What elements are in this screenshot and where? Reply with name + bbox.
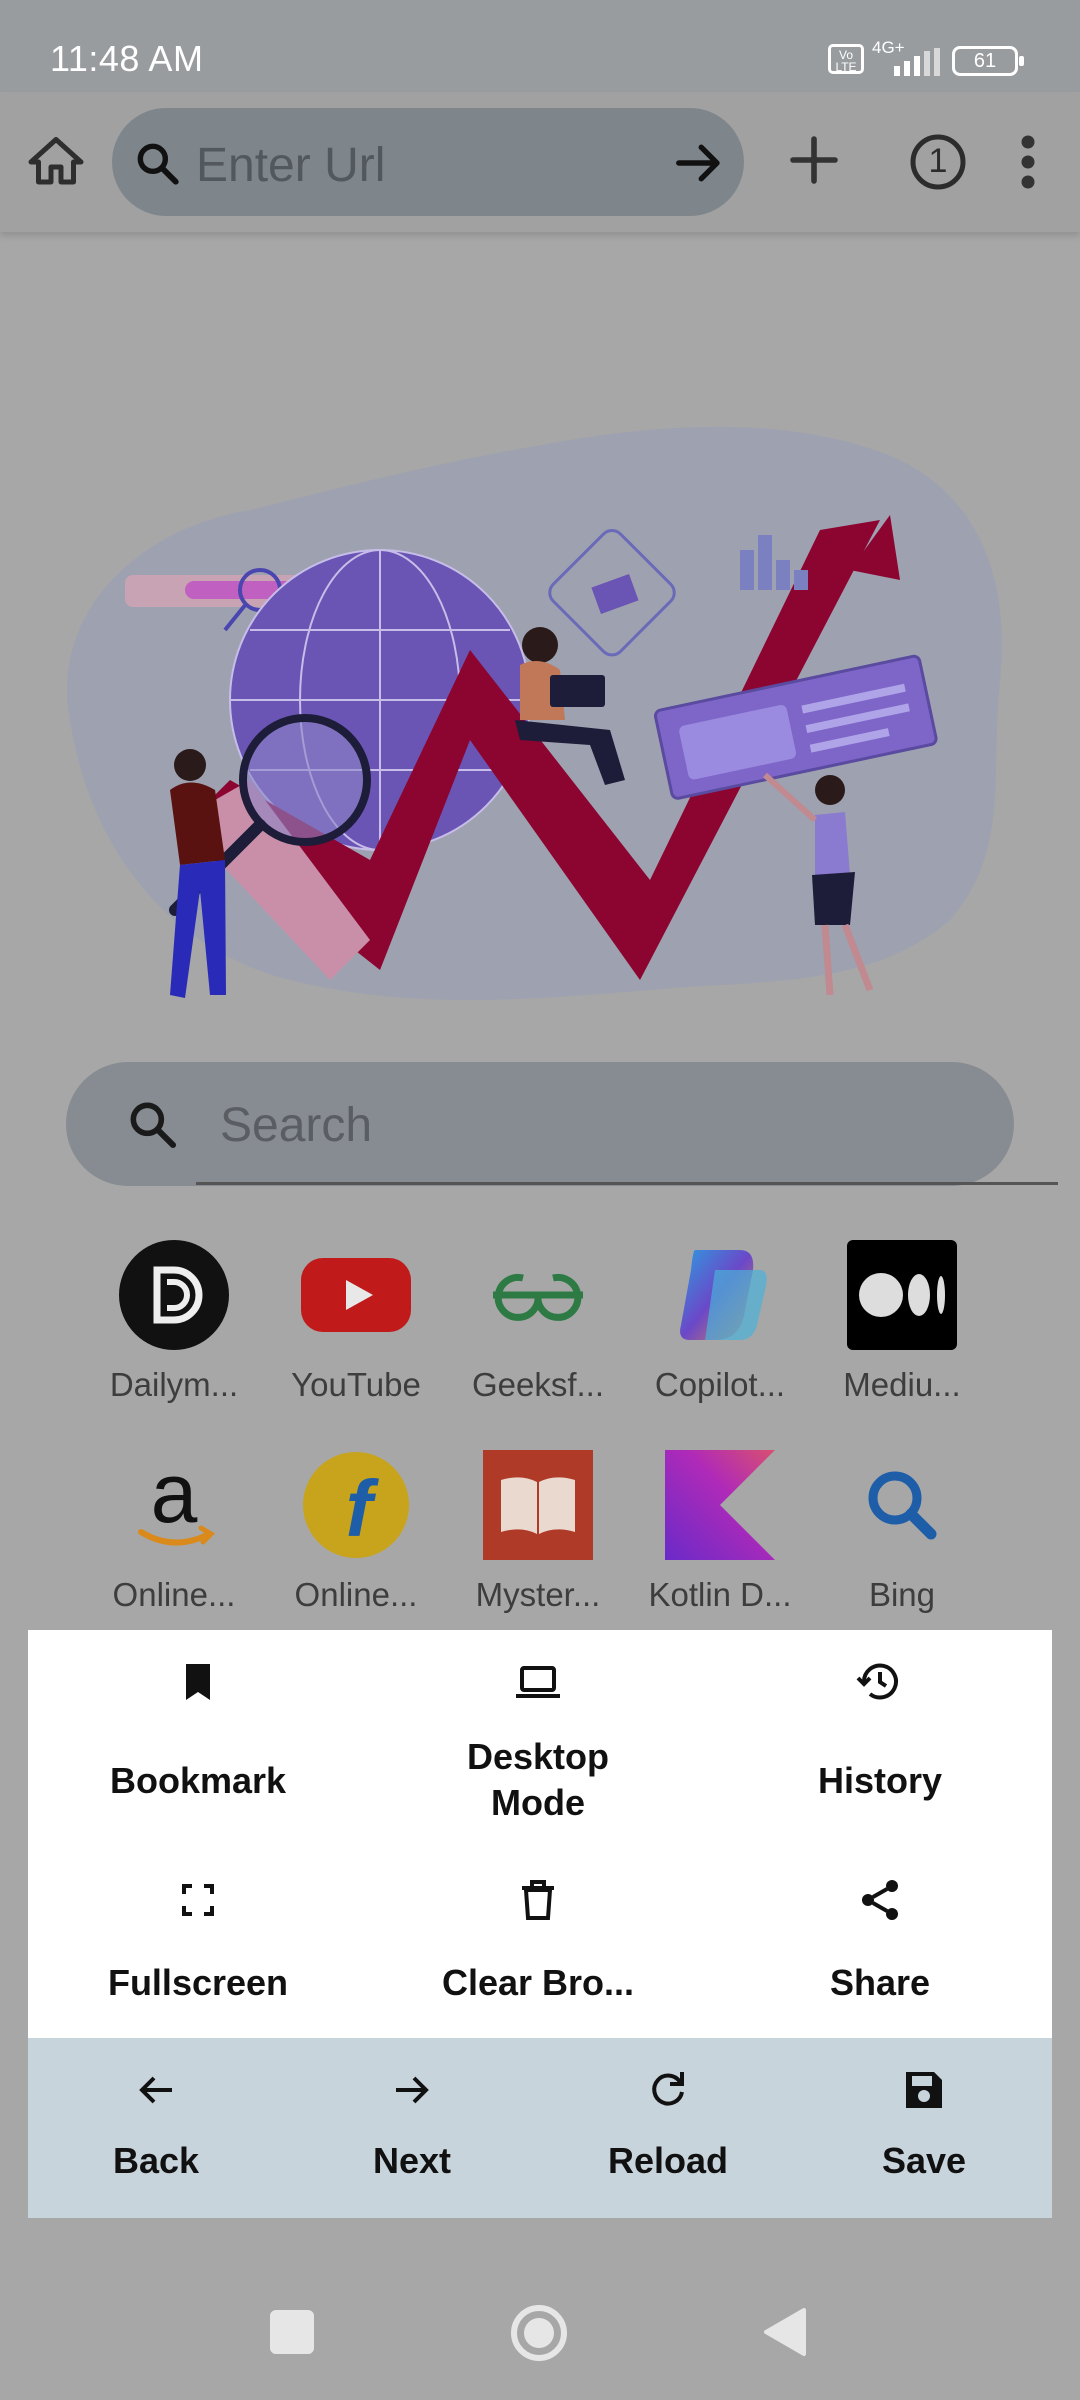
fullscreen-menu-item[interactable]: Fullscreen — [28, 1830, 368, 2038]
shortcut-label: Copilot... — [654, 1366, 786, 1403]
search-icon — [130, 1102, 177, 1149]
shortcut-label: Geeksf... — [471, 1366, 605, 1403]
copilot-icon — [680, 1250, 767, 1340]
shortcut-label: YouTube — [291, 1366, 421, 1403]
back-button[interactable]: Back — [28, 2038, 284, 2218]
shortcut-bing[interactable]: Bing — [810, 1450, 994, 1613]
shortcut-dailymotion[interactable]: Dailym... — [82, 1240, 266, 1403]
search-input[interactable]: Search — [66, 1062, 1058, 1186]
fullscreen-icon — [182, 1884, 214, 1916]
desktop-mode-menu-item[interactable]: Desktop Mode — [368, 1630, 708, 1830]
arrow-back-icon — [139, 2076, 172, 2104]
more-vert-icon[interactable] — [1010, 132, 1046, 192]
clear-browsing-menu-item[interactable]: Clear Bro... — [368, 1830, 708, 2038]
svg-text:a: a — [151, 1450, 198, 1540]
navigation-actions: Back Next Reload Save — [28, 2038, 1052, 2218]
browser-toolbar: Enter Url 1 — [0, 92, 1080, 232]
dailymotion-icon — [119, 1240, 229, 1350]
url-input[interactable]: Enter Url — [112, 108, 744, 216]
history-menu-item[interactable]: History — [708, 1630, 1052, 1830]
arrow-forward-icon — [396, 2076, 429, 2104]
search-underline — [196, 1182, 1058, 1185]
next-label: Next — [372, 2140, 452, 2181]
shortcut-flipkart[interactable]: f Online... — [264, 1450, 448, 1613]
refresh-icon — [652, 2072, 684, 2106]
hero-illustration — [66, 426, 1002, 1000]
home-nav-icon[interactable] — [510, 2304, 568, 2362]
shortcut-label: Mediu... — [843, 1366, 961, 1403]
reload-label: Reload — [607, 2140, 729, 2181]
volte-icon: Vo LTE — [828, 44, 864, 74]
geeksforgeeks-icon — [493, 1273, 583, 1321]
back-nav-icon[interactable] — [760, 2306, 810, 2358]
overflow-menu: Bookmark Desktop Mode History Fullscreen… — [28, 1630, 1052, 2038]
save-icon — [906, 2072, 942, 2108]
bookmark-menu-item[interactable]: Bookmark — [28, 1630, 368, 1830]
system-nav-bar — [0, 2260, 1080, 2400]
shortcut-label: Bing — [868, 1576, 936, 1613]
delete-icon — [522, 1880, 554, 1920]
shortcut-label: Dailym... — [109, 1366, 239, 1403]
history-icon — [856, 1663, 898, 1700]
next-button[interactable]: Next — [284, 2038, 540, 2218]
shortcut-medium[interactable]: Mediu... — [810, 1240, 994, 1403]
share-icon — [862, 1880, 898, 1920]
tab-count-button[interactable]: 1 — [908, 132, 968, 192]
search-placeholder: Search — [220, 1099, 373, 1152]
home-icon[interactable] — [26, 132, 86, 192]
save-label: Save — [881, 2140, 967, 2181]
search-icon — [137, 143, 179, 185]
share-label: Share — [829, 1962, 931, 2003]
shortcut-book[interactable]: Myster... — [446, 1450, 630, 1613]
desktop-mode-label: Desktop Mode — [466, 1736, 610, 1823]
medium-icon — [847, 1240, 957, 1350]
history-label: History — [817, 1760, 943, 1801]
add-tab-icon[interactable] — [786, 132, 842, 188]
shortcut-label: Myster... — [475, 1576, 601, 1613]
back-label: Back — [112, 2140, 200, 2181]
status-bar: 11:48 AM Vo LTE 4G+ 61 — [0, 0, 1080, 92]
share-menu-item[interactable]: Share — [708, 1830, 1052, 2038]
go-arrow-icon[interactable] — [672, 136, 726, 190]
youtube-icon — [301, 1258, 411, 1332]
kotlin-icon — [665, 1450, 775, 1560]
shortcut-label: Kotlin D... — [648, 1576, 792, 1613]
bing-search-icon — [868, 1471, 937, 1540]
book-icon — [483, 1450, 593, 1560]
amazon-icon: a — [138, 1450, 216, 1546]
save-button[interactable]: Save — [796, 2038, 1052, 2218]
laptop-icon — [516, 1666, 560, 1698]
shortcut-label: Online... — [294, 1576, 418, 1613]
shortcut-youtube[interactable]: YouTube — [264, 1240, 448, 1403]
shortcut-geeksforgeeks[interactable]: Geeksf... — [446, 1240, 630, 1403]
signal-icon — [894, 48, 940, 76]
status-time: 11:48 AM — [50, 38, 204, 79]
shortcut-amazon[interactable]: a Online... — [82, 1450, 266, 1613]
shortcut-copilot[interactable]: Copilot... — [628, 1240, 812, 1403]
reload-button[interactable]: Reload — [540, 2038, 796, 2218]
clear-browsing-label: Clear Bro... — [441, 1962, 635, 2003]
tab-count: 1 — [928, 142, 948, 180]
shortcut-label: Online... — [112, 1576, 236, 1613]
flipkart-icon: f — [303, 1452, 409, 1558]
battery-icon: 61 — [952, 46, 1024, 76]
bookmark-icon — [186, 1664, 210, 1700]
fullscreen-label: Fullscreen — [107, 1962, 289, 2003]
shortcut-kotlin[interactable]: Kotlin D... — [628, 1450, 812, 1613]
url-placeholder: Enter Url — [196, 139, 386, 192]
recents-icon[interactable] — [270, 2310, 314, 2354]
bookmark-label: Bookmark — [109, 1760, 287, 1801]
